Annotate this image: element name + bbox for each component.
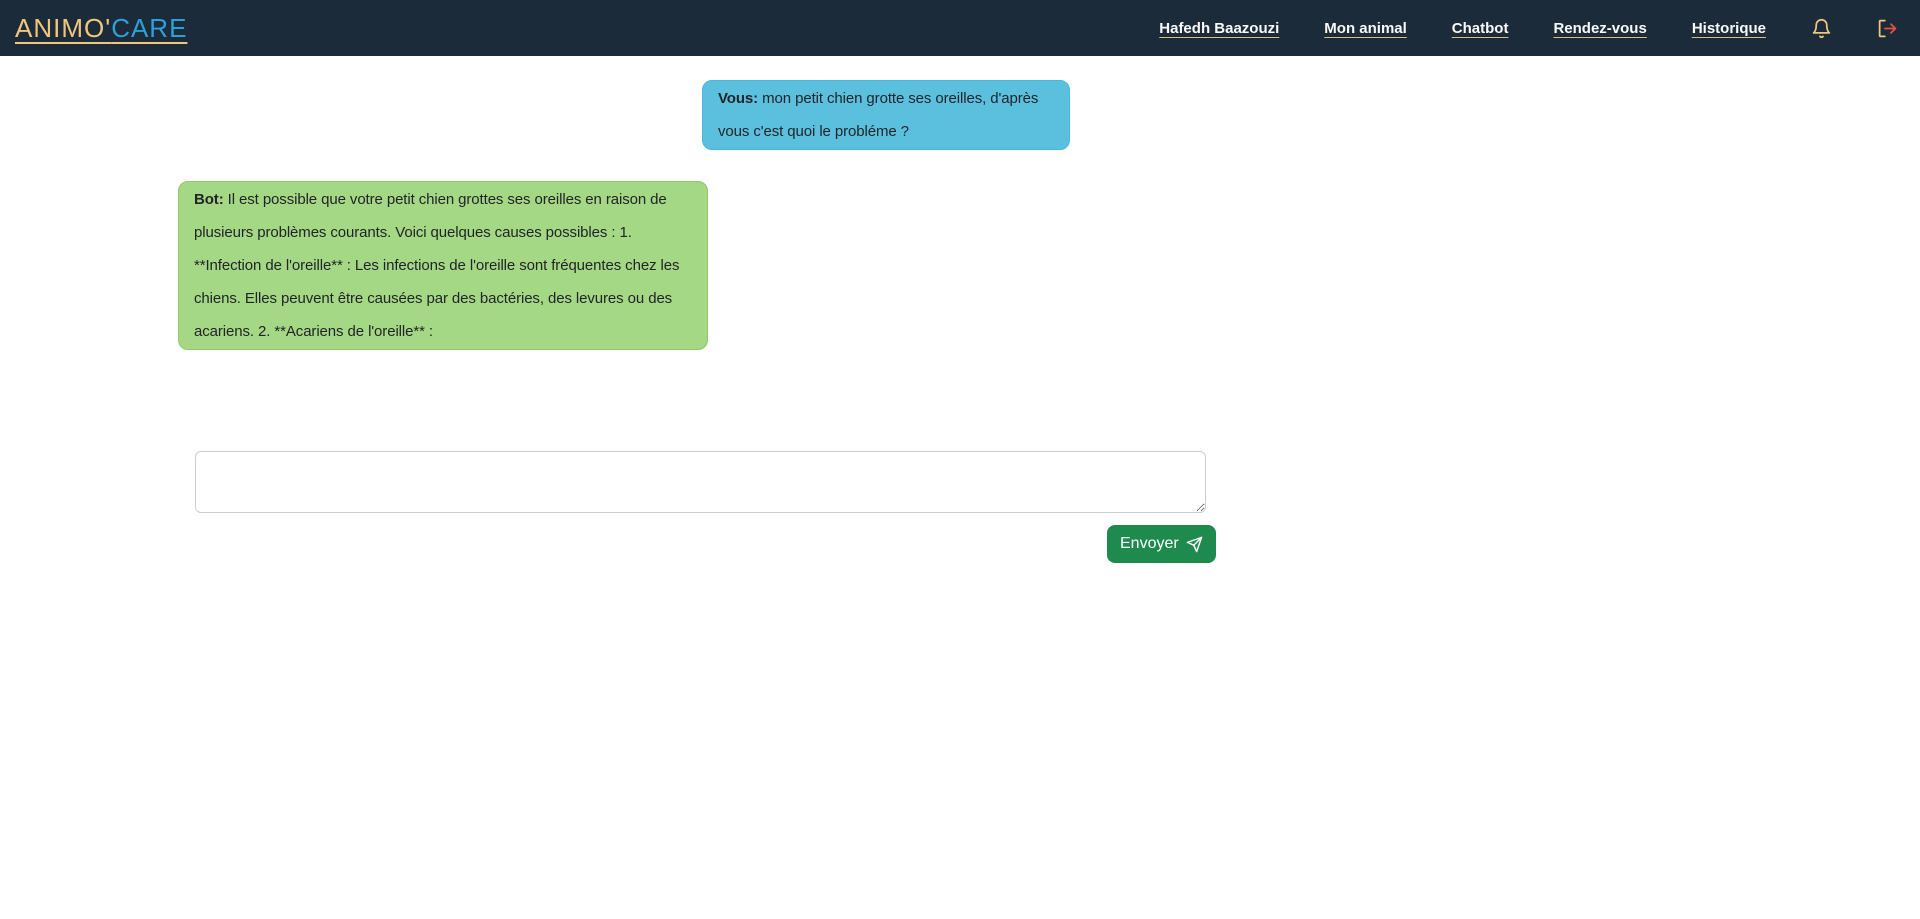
brand-part-animo: ANIMO' [15,12,112,43]
message-text: Il est possible que votre petit chien gr… [194,191,680,340]
message-sender-label: Bot: [194,191,224,208]
chat-input[interactable] [195,451,1206,513]
message-sender-label: Vous: [718,90,759,107]
nav-link-historique[interactable]: Historique [1692,20,1766,37]
message-text: mon petit chien grotte ses oreilles, d'a… [718,90,1039,140]
navbar-links: Hafedh Baazouzi Mon animal Chatbot Rende… [1159,18,1898,39]
send-button-label: Envoyer [1120,535,1179,552]
nav-link-profile[interactable]: Hafedh Baazouzi [1159,20,1279,37]
navbar: ANIMO'CARE Hafedh Baazouzi Mon animal Ch… [0,0,1920,56]
chat-message-bot: Bot: Il est possible que votre petit chi… [178,181,708,350]
send-icon [1186,536,1203,553]
brand-logo[interactable]: ANIMO'CARE [15,13,187,44]
nav-link-mon-animal[interactable]: Mon animal [1324,20,1407,37]
nav-link-rendez-vous[interactable]: Rendez-vous [1553,20,1646,37]
send-button[interactable]: Envoyer [1107,525,1216,563]
bell-icon[interactable] [1811,18,1832,39]
brand-part-care: CARE [111,12,188,43]
chat-message-user: Vous: mon petit chien grotte ses oreille… [702,80,1070,150]
logout-icon[interactable] [1877,18,1898,39]
nav-link-chatbot[interactable]: Chatbot [1452,20,1509,37]
